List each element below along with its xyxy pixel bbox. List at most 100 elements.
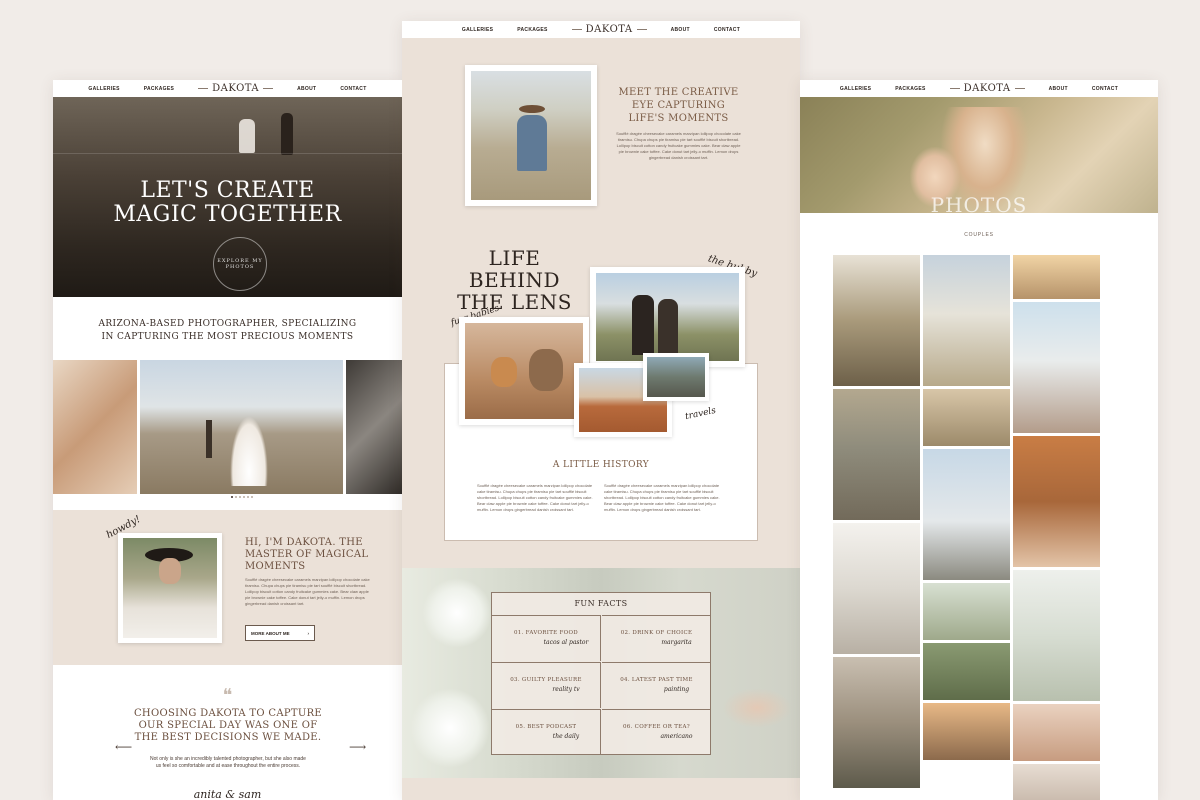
nav-packages[interactable]: PACKAGES <box>517 27 547 33</box>
photos-title: PHOTOS <box>930 193 1028 217</box>
denim-jacket-figure <box>517 115 547 171</box>
testimonial-quote: CHOOSING DAKOTA TO CAPTURE OUR SPECIAL D… <box>133 708 323 743</box>
testimonial-signature: anita & sam <box>193 788 262 800</box>
slider-dots[interactable] <box>231 496 253 498</box>
hubby-photo <box>596 273 739 361</box>
gallery-photo[interactable] <box>833 255 920 386</box>
face-shape <box>159 558 181 584</box>
life-title: LIFE BEHIND THE LENS <box>442 247 587 313</box>
fact-answer: the daily <box>552 733 580 740</box>
hat-shape <box>519 105 545 113</box>
life-title-line: THE LENS <box>457 290 572 314</box>
fun-facts-title: FUN FACTS <box>574 599 628 608</box>
gallery-photo[interactable] <box>1013 436 1100 567</box>
portrait-frame <box>118 533 222 643</box>
dog-shape <box>491 357 517 387</box>
nav-about[interactable]: ABOUT <box>1049 86 1068 92</box>
top-nav: GALLERIES PACKAGES DAKOTA ABOUT CONTACT <box>402 21 800 38</box>
dogs-photo-frame <box>459 317 589 425</box>
couple-figure <box>632 295 654 355</box>
gallery-photo[interactable] <box>923 449 1010 580</box>
fact-question: 03. GUILTY PLEASURE <box>510 677 582 683</box>
couple-figure <box>658 299 678 355</box>
nav-contact[interactable]: CONTACT <box>340 86 366 92</box>
fact-question: 05. BEST PODCAST <box>515 724 577 730</box>
nav-packages[interactable]: PACKAGES <box>895 86 925 92</box>
gallery-photo[interactable] <box>833 523 920 654</box>
creative-photo <box>471 71 591 200</box>
gallery-photo[interactable] <box>923 643 1010 700</box>
gallery-photo[interactable] <box>923 255 1010 386</box>
couple-photo-figure <box>239 119 255 153</box>
button-label: MORE ABOUT ME <box>251 630 290 636</box>
flower-shape <box>422 578 492 648</box>
gallery-photo[interactable] <box>1013 570 1100 701</box>
fact-question: 02. DRINK OF CHOICE <box>620 630 693 636</box>
more-about-me-button[interactable]: MORE ABOUT ME › <box>245 625 315 641</box>
slider-image-veil[interactable] <box>346 360 402 494</box>
fact-cell: 05. BEST PODCAST the daily <box>492 709 601 755</box>
dog-shape <box>529 349 563 391</box>
about-title: HI, I'M DAKOTA. THE MASTER OF MAGICAL MO… <box>245 537 369 572</box>
prev-arrow-icon[interactable]: ⟵ <box>115 740 132 754</box>
fact-cell: 01. FAVORITE FOOD tacos al pastor <box>492 615 601 661</box>
tagline: ARIZONA-BASED PHOTOGRAPHER, SPECIALIZING… <box>53 318 402 344</box>
gallery-photo[interactable] <box>833 389 920 520</box>
fact-answer: tacos al pastor <box>543 639 589 646</box>
horizon-line <box>53 153 402 154</box>
gallery-photo[interactable] <box>1013 704 1100 761</box>
photos-hero: PHOTOS <box>800 97 1158 217</box>
street-photo <box>647 357 705 397</box>
nav-packages[interactable]: PACKAGES <box>144 86 174 92</box>
hero-title-line: LET'S CREATE <box>140 178 315 203</box>
fun-facts-card: FUN FACTS 01. FAVORITE FOOD tacos al pas… <box>491 592 711 755</box>
gallery-photo[interactable] <box>833 657 920 788</box>
site-logo[interactable]: DAKOTA <box>950 83 1025 94</box>
site-logo[interactable]: DAKOTA <box>572 24 647 35</box>
quote-icon: ❝ <box>222 685 233 706</box>
fact-question: 06. COFFEE OR TEA? <box>622 724 691 730</box>
street-photo-frame <box>643 353 709 401</box>
meet-body: Soufflé dragée cheesecake caramels marzi… <box>616 131 741 160</box>
hubby-photo-frame <box>590 267 745 367</box>
slider-image-desert-couple[interactable] <box>140 360 343 494</box>
nav-galleries[interactable]: GALLERIES <box>88 86 119 92</box>
slider-dot[interactable] <box>251 496 253 498</box>
fact-cell: 03. GUILTY PLEASURE reality tv <box>492 662 601 708</box>
fact-answer: americano <box>660 733 693 740</box>
slider-dot[interactable] <box>235 496 237 498</box>
nav-about[interactable]: ABOUT <box>297 86 316 92</box>
slider-dot[interactable] <box>243 496 245 498</box>
slider-image-hands[interactable] <box>53 360 137 494</box>
hero-title-line: MAGIC TOGETHER <box>113 202 342 227</box>
gallery-photo[interactable] <box>923 703 1010 760</box>
site-logo[interactable]: DAKOTA <box>198 83 273 94</box>
slider-dot[interactable] <box>239 496 241 498</box>
category-label[interactable]: COUPLES <box>800 232 1158 238</box>
nav-contact[interactable]: CONTACT <box>1092 86 1118 92</box>
hand-shape <box>722 688 792 728</box>
couple-photo-figure <box>281 113 293 155</box>
portrait-photo <box>123 538 217 638</box>
gallery-photo[interactable] <box>923 389 1010 446</box>
chevron-right-icon: › <box>307 630 310 636</box>
gallery-photo[interactable] <box>1013 764 1100 800</box>
gallery-photo[interactable] <box>1013 255 1100 299</box>
nav-galleries[interactable]: GALLERIES <box>462 27 493 33</box>
nav-about[interactable]: ABOUT <box>671 27 690 33</box>
fact-answer: painting <box>663 686 690 693</box>
slider-dot[interactable] <box>247 496 249 498</box>
history-title: A LITTLE HISTORY <box>552 460 650 470</box>
gallery-photo[interactable] <box>1013 302 1100 433</box>
homepage-mockup: GALLERIES PACKAGES DAKOTA ABOUT CONTACT … <box>53 80 402 800</box>
nav-galleries[interactable]: GALLERIES <box>840 86 871 92</box>
top-nav: GALLERIES PACKAGES DAKOTA ABOUT CONTACT <box>800 80 1158 97</box>
fact-cell: 02. DRINK OF CHOICE margarita <box>602 615 711 661</box>
gallery-photo[interactable] <box>923 583 1010 640</box>
nav-contact[interactable]: CONTACT <box>714 27 740 33</box>
explore-photos-badge[interactable]: EXPLORE MY PHOTOS <box>213 237 267 291</box>
slider-dot[interactable] <box>231 496 233 498</box>
fact-answer: margarita <box>661 639 692 646</box>
creative-photo-frame <box>465 65 597 206</box>
next-arrow-icon[interactable]: ⟶ <box>349 740 366 754</box>
